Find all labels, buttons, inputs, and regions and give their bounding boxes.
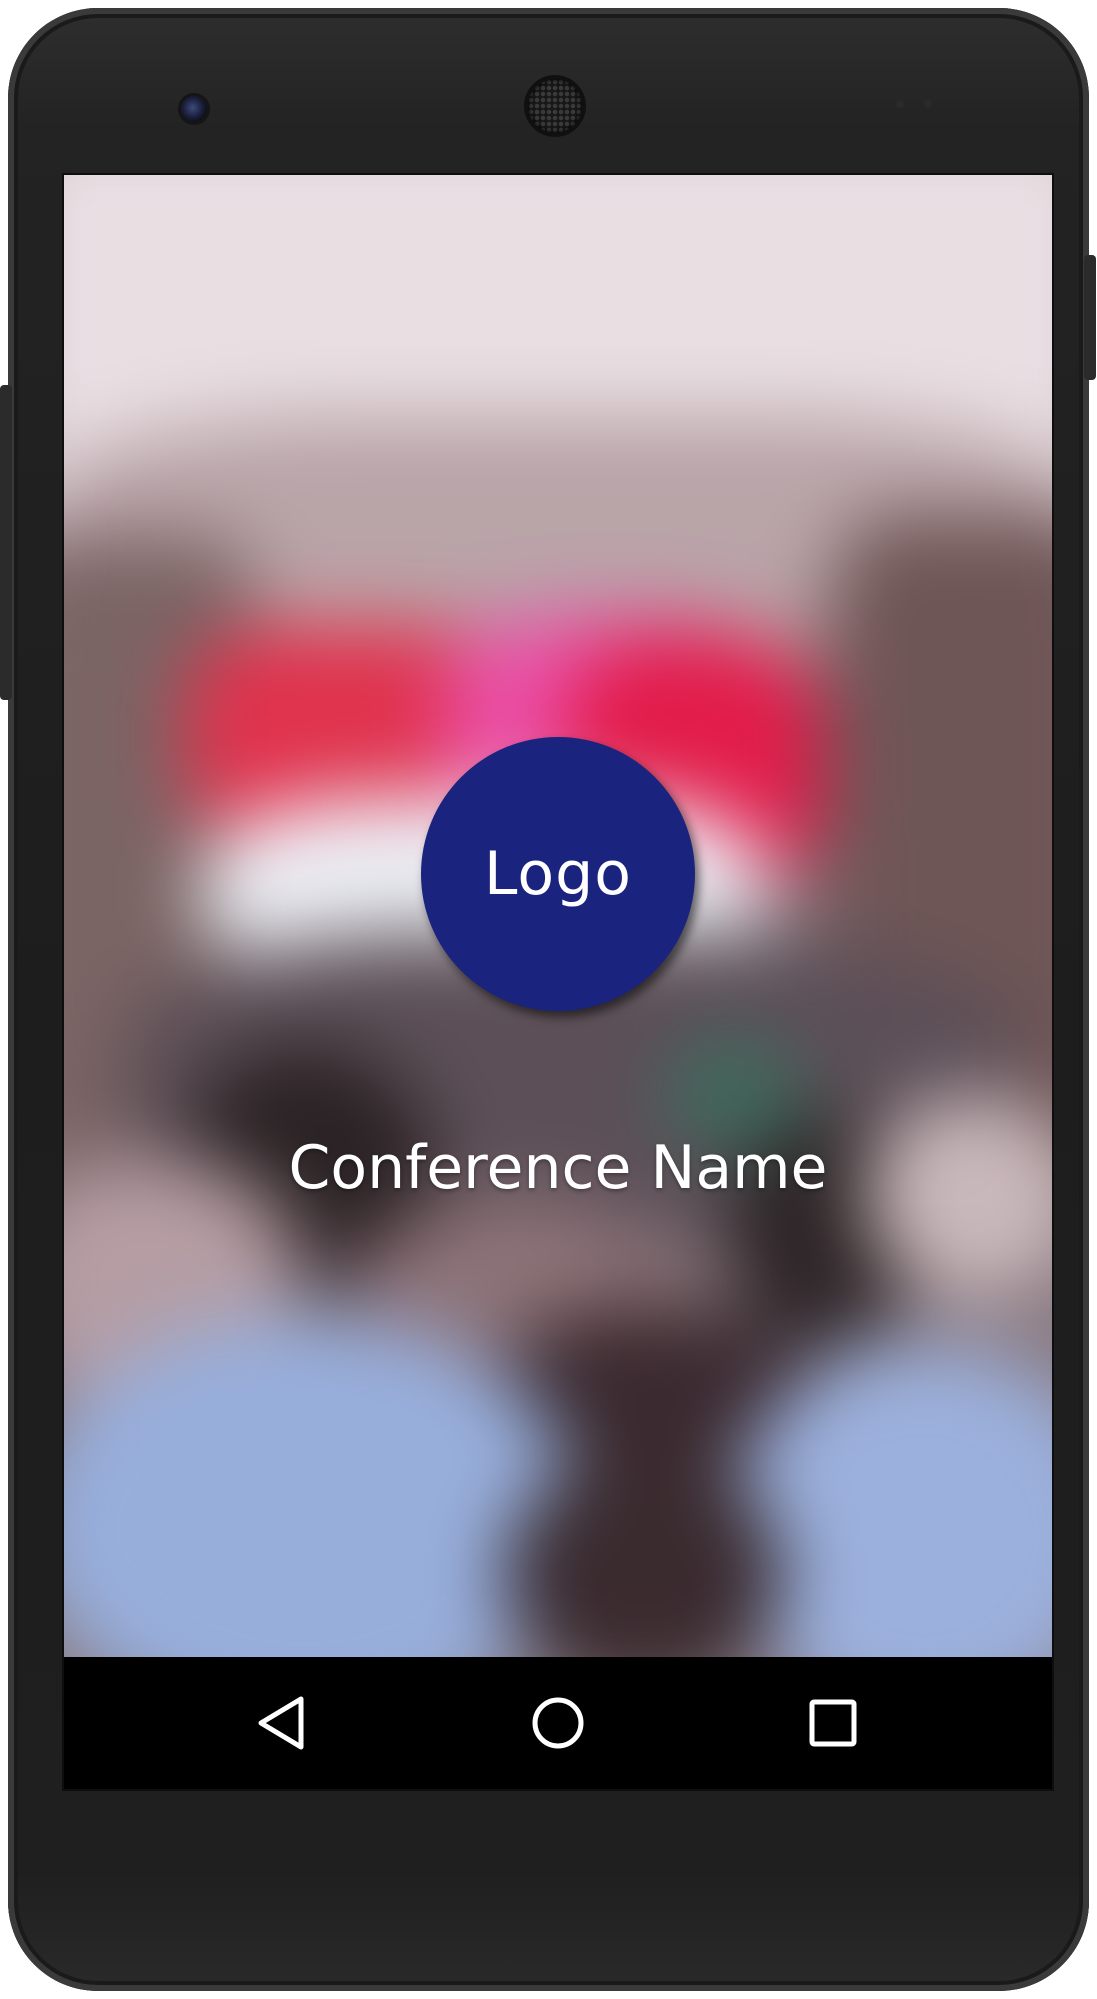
device-screen: Logo Conference Name bbox=[62, 173, 1054, 1791]
logo-label: Logo bbox=[484, 839, 632, 909]
back-triangle-icon bbox=[258, 1696, 304, 1750]
nav-recents-button[interactable] bbox=[793, 1683, 873, 1763]
volume-rocker[interactable] bbox=[0, 385, 12, 700]
logo-badge[interactable]: Logo bbox=[421, 737, 695, 1011]
front-camera bbox=[181, 96, 207, 122]
home-circle-icon bbox=[532, 1697, 584, 1749]
proximity-sensors bbox=[888, 100, 948, 110]
nav-back-button[interactable] bbox=[241, 1683, 321, 1763]
splash-background-image: Logo Conference Name bbox=[64, 175, 1052, 1657]
earpiece-speaker bbox=[528, 79, 582, 133]
splash-content: Logo Conference Name bbox=[64, 175, 1052, 1657]
android-navigation-bar bbox=[64, 1657, 1052, 1789]
recents-square-icon bbox=[809, 1699, 857, 1747]
conference-name-title: Conference Name bbox=[288, 1133, 828, 1203]
nav-home-button[interactable] bbox=[518, 1683, 598, 1763]
phone-frame: Logo Conference Name bbox=[8, 8, 1089, 1991]
power-button[interactable] bbox=[1084, 255, 1096, 380]
